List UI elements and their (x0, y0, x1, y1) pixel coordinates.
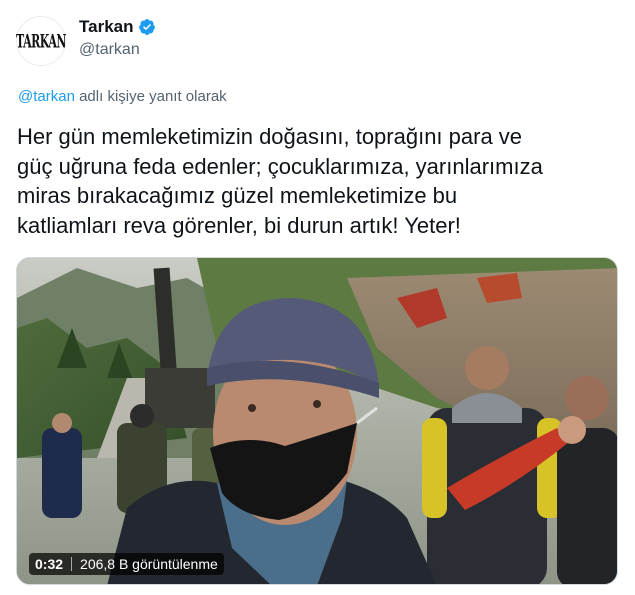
name-row: Tarkan (79, 16, 156, 38)
badge-divider (71, 557, 73, 571)
reply-context: @tarkan adlı kişiye yanıt olarak (18, 88, 227, 105)
verified-badge-icon (138, 19, 155, 35)
tweet: TARKAN Tarkan @tarkan @tarkan adlı kişiy… (0, 0, 635, 595)
video-duration: 0:32 (35, 556, 64, 572)
avatar[interactable]: TARKAN (16, 16, 66, 66)
video-player[interactable]: 0:32 206,8 B görüntülenme (16, 257, 618, 585)
display-name[interactable]: Tarkan (79, 17, 134, 37)
video-thumbnail (17, 258, 617, 584)
author-block: Tarkan @tarkan (79, 16, 156, 59)
reply-context-text: adlı kişiye yanıt olarak (74, 88, 227, 105)
video-view-count: 206,8 B görüntülenme (80, 556, 218, 572)
tweet-text-line: güç uğruna feda edenler; çocuklarımıza, … (17, 153, 543, 179)
tweet-text: Her gün memleketimizin doğasını, toprağı… (17, 122, 622, 240)
reply-mention-link[interactable]: @tarkan (18, 88, 75, 105)
handle[interactable]: @tarkan (79, 41, 156, 59)
video-info-badge: 0:32 206,8 B görüntülenme (29, 553, 224, 575)
tweet-text-line: miras bırakacağımız güzel memleketimize … (17, 183, 458, 208)
avatar-logo: TARKAN (16, 29, 66, 53)
tweet-text-line: Her gün memleketimizin doğasını, toprağı… (17, 124, 523, 149)
tweet-text-line: katliamları reva görenler, bi durun artı… (17, 212, 461, 238)
